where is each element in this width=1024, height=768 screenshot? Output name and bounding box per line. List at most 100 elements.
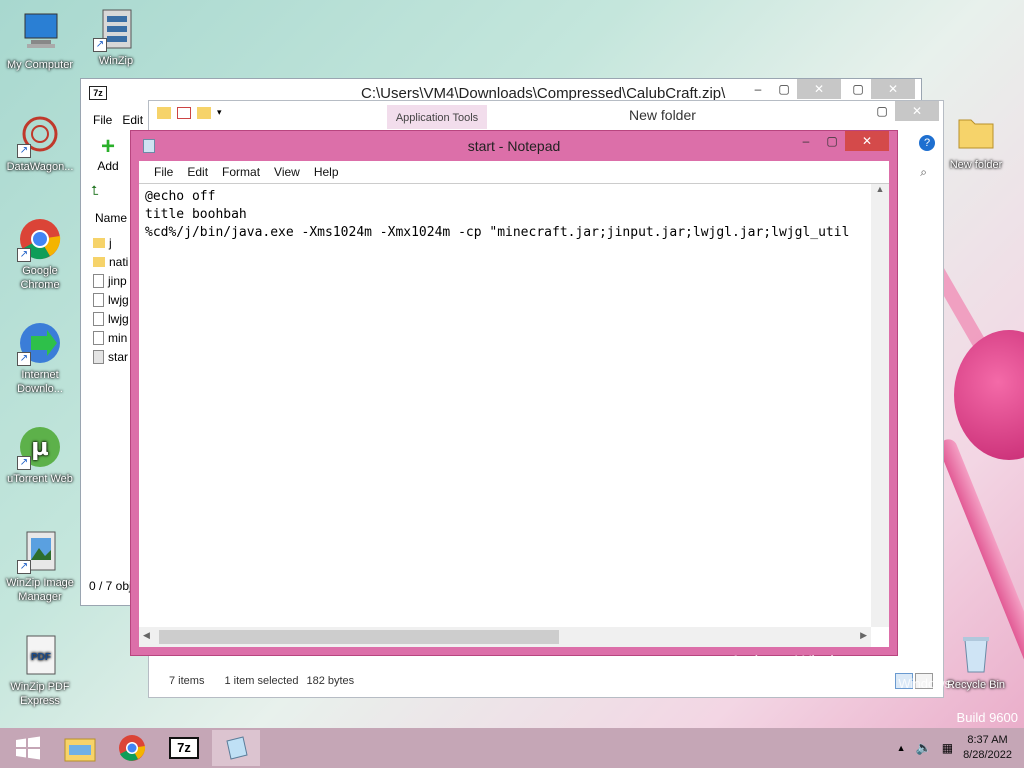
computer-icon bbox=[17, 10, 63, 56]
zip-window-controls: – ▢ ✕ bbox=[745, 79, 841, 99]
explorer-titlebar[interactable]: ▾ Application Tools New folder bbox=[149, 101, 943, 129]
desktop-icon-datawagon[interactable]: ↗ DataWagon... bbox=[2, 112, 78, 174]
folder-icon bbox=[93, 256, 105, 267]
clock-date: 8/28/2022 bbox=[963, 749, 1012, 761]
desktop-icon-google-chrome[interactable]: ↗ Google Chrome bbox=[2, 216, 78, 292]
taskbar-chrome[interactable] bbox=[108, 730, 156, 766]
explorer-status-bar: 7 items 1 item selected 182 bytes bbox=[169, 675, 354, 687]
up-folder-icon[interactable]: ⮤ bbox=[91, 183, 99, 199]
clock-time: 8:37 AM bbox=[967, 734, 1008, 746]
network-icon[interactable]: ▦ bbox=[942, 741, 953, 755]
chevron-down-icon[interactable]: ▾ bbox=[217, 107, 222, 119]
menu-edit[interactable]: Edit bbox=[122, 113, 143, 127]
scroll-right-icon[interactable]: ▶ bbox=[860, 630, 867, 641]
desktop-icon-winzip-image-manager[interactable]: ↗ WinZip Image Manager bbox=[2, 528, 78, 604]
close-button[interactable]: ✕ bbox=[797, 79, 841, 99]
notepad-menubar: File Edit Format View Help bbox=[139, 161, 889, 183]
desktop-icon-my-computer[interactable]: My Computer bbox=[2, 10, 78, 72]
winzip-icon: ↗ bbox=[93, 6, 139, 52]
notepad-window[interactable]: start - Notepad – ▢ ✕ File Edit Format V… bbox=[130, 130, 898, 656]
start-button[interactable] bbox=[4, 730, 52, 766]
application-tools-tab[interactable]: Application Tools bbox=[387, 105, 487, 129]
desktop-icon-internet-download-manager[interactable]: ↗ Internet Downlo... bbox=[2, 320, 78, 396]
new-folder-icon[interactable] bbox=[197, 107, 211, 119]
windows-logo-icon bbox=[16, 736, 40, 760]
notepad-editor[interactable]: @echo off title boohbah %cd%/j/bin/java.… bbox=[139, 183, 889, 647]
taskbar-file-explorer[interactable] bbox=[56, 730, 104, 766]
list-item[interactable]: lwjg bbox=[93, 309, 129, 328]
list-item[interactable]: min bbox=[93, 328, 129, 347]
shortcut-arrow-icon: ↗ bbox=[17, 456, 31, 470]
list-item[interactable]: lwjg bbox=[93, 290, 129, 309]
help-icon[interactable]: ? bbox=[919, 135, 935, 151]
file-icon bbox=[93, 273, 104, 288]
maximize-button[interactable]: ▢ bbox=[869, 101, 895, 121]
menu-view[interactable]: View bbox=[267, 165, 307, 179]
list-item[interactable]: nati bbox=[93, 252, 129, 271]
plus-icon: + bbox=[100, 133, 115, 160]
menu-file[interactable]: File bbox=[147, 165, 180, 179]
menu-format[interactable]: Format bbox=[215, 165, 267, 179]
properties-icon[interactable] bbox=[177, 107, 191, 119]
idm-icon: ↗ bbox=[17, 320, 63, 366]
chevron-up-icon[interactable]: ▲ bbox=[897, 743, 906, 753]
maximize-button[interactable]: ▢ bbox=[845, 79, 871, 99]
chrome-icon: ↗ bbox=[17, 216, 63, 262]
search-icon[interactable]: ⌕ bbox=[920, 165, 927, 180]
close-button[interactable]: ✕ bbox=[871, 79, 915, 99]
menu-file[interactable]: File bbox=[93, 113, 112, 127]
7zip-logo-icon: 7z bbox=[89, 86, 107, 100]
desktop-icon-utorrent-web[interactable]: µ ↗ uTorrent Web bbox=[2, 424, 78, 486]
explorer-window-title: New folder bbox=[629, 107, 696, 123]
taskbar-notepad[interactable] bbox=[212, 730, 260, 766]
clock[interactable]: 8:37 AM 8/28/2022 bbox=[963, 733, 1012, 763]
menu-edit[interactable]: Edit bbox=[180, 165, 215, 179]
folder-icon[interactable] bbox=[157, 107, 171, 119]
activation-watermark: Activate Windows Go to PC settings to ac… bbox=[730, 652, 955, 691]
chrome-icon bbox=[119, 735, 146, 761]
minimize-button[interactable]: – bbox=[745, 79, 771, 99]
close-button[interactable]: ✕ bbox=[895, 101, 939, 121]
svg-text:PDF: PDF bbox=[31, 652, 51, 663]
pdf-icon: PDF bbox=[17, 632, 63, 678]
desktop-icon-winzip[interactable]: ↗ WinZip bbox=[78, 6, 154, 68]
shortcut-arrow-icon: ↗ bbox=[17, 248, 31, 262]
svg-text:µ: µ bbox=[31, 433, 49, 461]
desktop-icon-new-folder[interactable]: New folder bbox=[938, 110, 1014, 172]
notepad-text[interactable]: @echo off title boohbah %cd%/j/bin/java.… bbox=[145, 188, 865, 619]
add-button[interactable]: + Add bbox=[93, 133, 123, 174]
taskbar-7zip[interactable]: 7z bbox=[160, 730, 208, 766]
scroll-thumb[interactable] bbox=[159, 630, 559, 644]
shortcut-arrow-icon: ↗ bbox=[17, 144, 31, 158]
maximize-button[interactable]: ▢ bbox=[819, 131, 845, 151]
file-icon bbox=[93, 330, 104, 345]
taskbar: 7z ▲ 🔈 ▦ 8:37 AM 8/28/2022 bbox=[0, 728, 1024, 768]
7zip-icon: 7z bbox=[169, 737, 199, 759]
folder-icon bbox=[953, 110, 999, 156]
maximize-button[interactable]: ▢ bbox=[771, 79, 797, 99]
vertical-scrollbar[interactable]: ▲ bbox=[871, 184, 889, 627]
list-item[interactable]: jinp bbox=[93, 271, 129, 290]
list-item[interactable]: star bbox=[93, 347, 129, 366]
file-explorer-icon bbox=[64, 738, 96, 762]
winzip-image-icon: ↗ bbox=[17, 528, 63, 574]
list-item[interactable]: j bbox=[93, 233, 129, 252]
zip-status: 0 / 7 obj bbox=[89, 579, 132, 593]
notepad-titlebar[interactable]: start - Notepad bbox=[131, 131, 897, 159]
horizontal-scrollbar[interactable]: ◀ ▶ bbox=[139, 627, 871, 647]
recycle-bin-icon bbox=[953, 630, 999, 676]
notepad-icon bbox=[226, 736, 248, 760]
desktop-icon-winzip-pdf-express[interactable]: PDF WinZip PDF Express bbox=[2, 632, 78, 708]
zip-file-list: j nati jinp lwjg lwjg min star bbox=[93, 233, 129, 366]
column-header-name[interactable]: Name bbox=[95, 211, 127, 225]
explorer-window-controls: ▢ ✕ bbox=[869, 101, 939, 121]
shortcut-arrow-icon: ↗ bbox=[93, 38, 107, 52]
wallpaper-decoration bbox=[954, 330, 1024, 460]
close-button[interactable]: ✕ bbox=[845, 131, 889, 151]
scroll-up-icon[interactable]: ▲ bbox=[871, 184, 889, 194]
notepad-window-controls: – ▢ ✕ bbox=[793, 131, 889, 151]
minimize-button[interactable]: – bbox=[793, 131, 819, 151]
scroll-left-icon[interactable]: ◀ bbox=[143, 630, 150, 641]
menu-help[interactable]: Help bbox=[307, 165, 346, 179]
speaker-muted-icon[interactable]: 🔈 bbox=[916, 740, 932, 756]
